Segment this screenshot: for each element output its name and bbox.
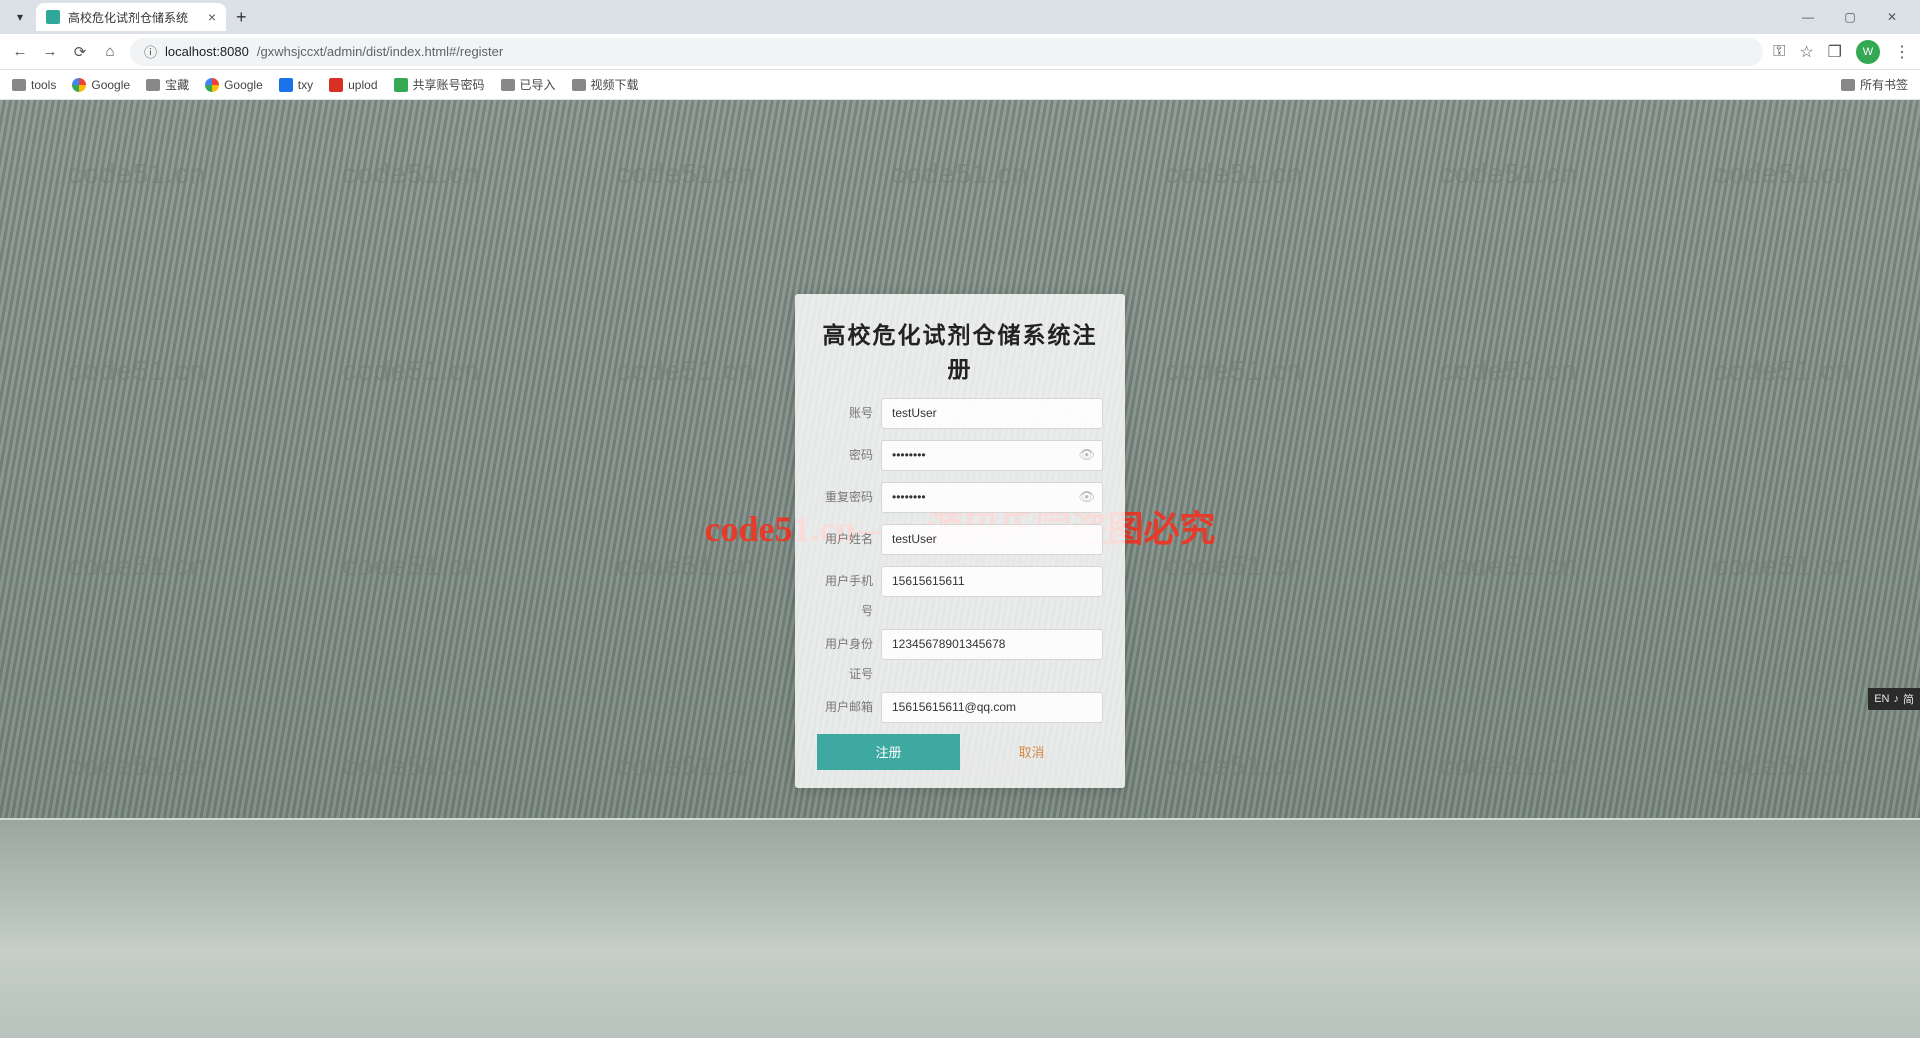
ime-script: 简: [1903, 691, 1914, 707]
url-path: /gxwhsjccxt/admin/dist/index.html#/regis…: [257, 44, 503, 59]
email-input[interactable]: [881, 692, 1103, 723]
eye-icon[interactable]: 👁: [1078, 489, 1095, 505]
browser-window: ▾ 高校危化试剂仓储系统 × + — ▢ ✕ ← → ⟳ ⌂ ⓘ localho…: [0, 0, 1920, 1038]
background-lake: [0, 818, 1920, 1038]
google-icon: [72, 78, 86, 92]
url-box[interactable]: ⓘ localhost:8080/gxwhsjccxt/admin/dist/i…: [130, 38, 1763, 66]
bookmark-folder[interactable]: tools: [12, 78, 56, 92]
label-repeat-password: 重复密码: [817, 490, 873, 506]
folder-icon: [146, 79, 160, 91]
bookmark-item[interactable]: uplod: [329, 78, 377, 92]
profile-avatar[interactable]: W: [1856, 40, 1880, 64]
tab-bar: ▾ 高校危化试剂仓储系统 × + — ▢ ✕: [0, 0, 1920, 34]
ime-mode-icon: ♪: [1894, 693, 1900, 705]
label-email: 用户邮箱: [817, 700, 873, 716]
label-idcard: 用户身份: [817, 629, 873, 653]
back-button[interactable]: ←: [10, 43, 30, 60]
maximize-button[interactable]: ▢: [1836, 10, 1864, 24]
idcard-input[interactable]: [881, 629, 1103, 660]
tab-title: 高校危化试剂仓储系统: [68, 9, 188, 26]
label-phone-cont: 号: [817, 602, 873, 619]
label-phone: 用户手机: [817, 566, 873, 590]
label-idcard-cont: 证号: [817, 665, 873, 682]
bookmark-item[interactable]: Google: [72, 78, 130, 92]
password-key-icon[interactable]: ⚿: [1773, 43, 1785, 61]
eye-icon[interactable]: 👁: [1078, 447, 1095, 463]
url-host: localhost:8080: [165, 44, 249, 59]
label-password: 密码: [817, 448, 873, 464]
folder-icon: [12, 79, 26, 91]
bookmark-item[interactable]: Google: [205, 78, 263, 92]
favicon-icon: [46, 10, 60, 24]
site-icon: [394, 78, 408, 92]
repeat-password-input[interactable]: [881, 482, 1103, 513]
bookmarks-bar: tools Google 宝藏 Google txy uplod 共享账号密码 …: [0, 70, 1920, 100]
all-bookmarks[interactable]: 所有书签: [1841, 76, 1908, 93]
label-account: 账号: [817, 406, 873, 422]
bookmark-item[interactable]: 共享账号密码: [394, 76, 485, 93]
register-button[interactable]: 注册: [817, 734, 960, 770]
new-tab-button[interactable]: +: [230, 7, 253, 28]
tab-list-button[interactable]: ▾: [8, 5, 32, 29]
site-info-icon[interactable]: ⓘ: [144, 42, 157, 61]
folder-icon: [572, 79, 586, 91]
close-icon[interactable]: ×: [208, 9, 216, 25]
site-icon: [329, 78, 343, 92]
window-controls: — ▢ ✕: [1794, 10, 1912, 24]
folder-icon: [1841, 79, 1855, 91]
bookmark-folder[interactable]: 视频下载: [572, 76, 639, 93]
password-input[interactable]: [881, 440, 1103, 471]
account-input[interactable]: [881, 398, 1103, 429]
phone-input[interactable]: [881, 566, 1103, 597]
minimize-button[interactable]: —: [1794, 10, 1822, 24]
bookmark-folder[interactable]: 宝藏: [146, 76, 189, 93]
close-window-button[interactable]: ✕: [1878, 10, 1906, 24]
form-title: 高校危化试剂仓储系统注册: [817, 316, 1103, 384]
cancel-button[interactable]: 取消: [960, 734, 1103, 770]
ime-lang: EN: [1874, 693, 1889, 705]
site-icon: [279, 78, 293, 92]
bookmark-item[interactable]: txy: [279, 78, 313, 92]
reload-button[interactable]: ⟳: [70, 43, 90, 61]
menu-icon[interactable]: ⋮: [1894, 42, 1910, 62]
name-input[interactable]: [881, 524, 1103, 555]
extensions-icon[interactable]: ❐: [1828, 42, 1842, 62]
bookmark-folder[interactable]: 已导入: [501, 76, 556, 93]
address-bar: ← → ⟳ ⌂ ⓘ localhost:8080/gxwhsjccxt/admi…: [0, 34, 1920, 70]
bookmark-star-icon[interactable]: ☆: [1799, 42, 1813, 62]
ime-indicator[interactable]: EN ♪ 简: [1868, 688, 1920, 710]
folder-icon: [501, 79, 515, 91]
register-card: 高校危化试剂仓储系统注册 账号 密码 👁 重复密码 👁: [795, 294, 1125, 788]
google-icon: [205, 78, 219, 92]
home-button[interactable]: ⌂: [100, 43, 120, 60]
browser-tab[interactable]: 高校危化试剂仓储系统 ×: [36, 3, 226, 31]
page-content: code51.cncode51.cncode51.cncode51.cncode…: [0, 100, 1920, 1038]
forward-button[interactable]: →: [40, 43, 60, 60]
label-name: 用户姓名: [817, 532, 873, 548]
